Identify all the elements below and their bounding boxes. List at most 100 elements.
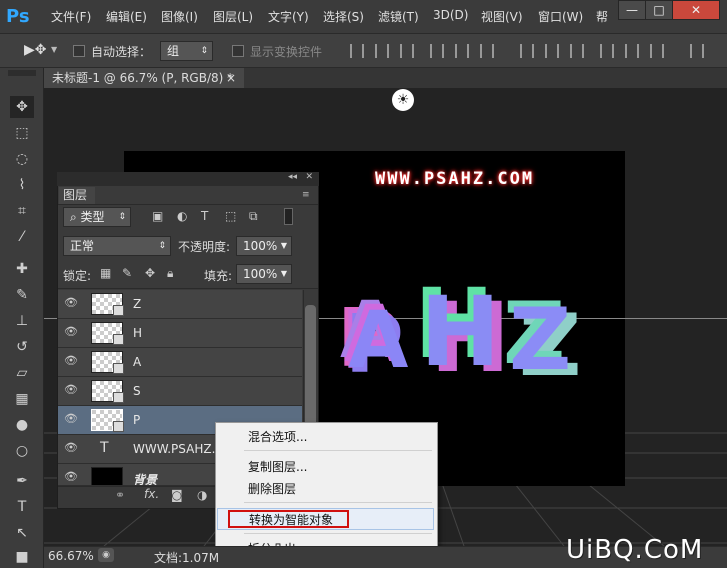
- align-left-icon[interactable]: [430, 44, 444, 58]
- 3d-light-icon[interactable]: ☀: [392, 89, 414, 111]
- document-tab[interactable]: 未标题-1 @ 66.7% (P, RGB/8) * ×: [44, 68, 244, 88]
- eyedropper-tool-icon[interactable]: ⁄: [10, 226, 34, 248]
- menu-edit[interactable]: 编辑(E): [106, 8, 147, 25]
- filter-type-dropdown[interactable]: ⌕ 类型 ⇕: [63, 207, 131, 227]
- visibility-eye-icon[interactable]: 👁︎: [64, 413, 78, 424]
- panel-title-strip[interactable]: ◂◂ ✕: [57, 172, 319, 186]
- adjustment-icon[interactable]: ◑: [197, 488, 207, 502]
- fx-icon[interactable]: fx.: [144, 487, 159, 501]
- dodge-tool-icon[interactable]: ○: [10, 440, 34, 462]
- layer-row-z[interactable]: 👁︎ Z: [58, 290, 302, 319]
- menu-help[interactable]: 帮: [596, 8, 608, 25]
- chevron-down-icon[interactable]: ▼: [281, 265, 287, 283]
- clone-stamp-tool-icon[interactable]: ⊥: [10, 310, 34, 332]
- show-transform-checkbox[interactable]: [232, 45, 244, 57]
- status-info-icon[interactable]: ◉: [98, 548, 114, 562]
- minimize-button[interactable]: —: [618, 0, 646, 20]
- type-tool-icon[interactable]: T: [10, 496, 34, 518]
- gradient-tool-icon[interactable]: ▦: [10, 388, 34, 410]
- filter-adjustment-icon[interactable]: ◐: [177, 209, 187, 223]
- text-layer-icon: T: [100, 440, 109, 456]
- menu-file[interactable]: 文件(F): [51, 8, 91, 25]
- distribute-top-icon[interactable]: [520, 44, 534, 58]
- auto-select-checkbox[interactable]: [73, 45, 85, 57]
- menu-item-delete-layer[interactable]: 删除图层: [248, 480, 296, 497]
- history-brush-tool-icon[interactable]: ↺: [10, 336, 34, 358]
- layer-row-s[interactable]: 👁︎ S: [58, 377, 302, 406]
- filter-smart-object-icon[interactable]: ⧉: [249, 209, 258, 224]
- menu-layer[interactable]: 图层(L): [213, 8, 253, 25]
- distribute-right-icon[interactable]: [650, 44, 664, 58]
- filter-shape-icon[interactable]: ⬚: [225, 209, 236, 223]
- brush-tool-icon[interactable]: ✎: [10, 284, 34, 306]
- align-hcenter-icon[interactable]: [455, 44, 469, 58]
- visibility-eye-icon[interactable]: 👁︎: [64, 355, 78, 366]
- menu-image[interactable]: 图像(I): [161, 8, 198, 25]
- marquee-tool-icon[interactable]: ⬚: [10, 122, 34, 144]
- menu-item-duplicate-layer[interactable]: 复制图层...: [248, 458, 307, 475]
- fill-field[interactable]: 100% ▼: [236, 264, 292, 284]
- menu-3d[interactable]: 3D(D): [433, 8, 468, 22]
- link-icon[interactable]: ⚭: [115, 488, 125, 502]
- filter-pixel-icon[interactable]: ▣: [152, 209, 163, 223]
- toolbar-grip[interactable]: [8, 70, 36, 76]
- zoom-level[interactable]: 66.67%: [48, 549, 94, 563]
- quick-select-tool-icon[interactable]: ⌇: [10, 174, 34, 196]
- 3d-letter-h: H: [420, 276, 501, 388]
- panel-menu-icon[interactable]: ≡: [302, 190, 310, 200]
- menu-view[interactable]: 视图(V): [481, 8, 523, 25]
- auto-align-icon[interactable]: [690, 44, 704, 58]
- opacity-field[interactable]: 100% ▼: [236, 236, 292, 256]
- align-right-icon[interactable]: [480, 44, 494, 58]
- visibility-eye-icon[interactable]: 👁︎: [64, 297, 78, 308]
- move-tool-icon[interactable]: ✥: [10, 96, 34, 118]
- crop-tool-icon[interactable]: ⌗: [10, 200, 34, 222]
- healing-brush-tool-icon[interactable]: ✚: [10, 258, 34, 280]
- distribute-hcenter-icon[interactable]: [625, 44, 639, 58]
- visibility-eye-icon[interactable]: 👁︎: [64, 442, 78, 453]
- panel-close-icon[interactable]: ✕: [305, 172, 313, 182]
- rectangle-tool-icon[interactable]: ■: [10, 546, 34, 568]
- lock-all-icon[interactable]: 🔒︎: [167, 266, 173, 281]
- distribute-left-icon[interactable]: [600, 44, 614, 58]
- lock-pixels-icon[interactable]: ✎: [122, 266, 132, 280]
- pen-tool-icon[interactable]: ✒: [10, 470, 34, 492]
- chevron-down-icon[interactable]: ▼: [281, 237, 287, 255]
- distribute-vcenter-icon[interactable]: [545, 44, 559, 58]
- menu-type[interactable]: 文字(Y): [268, 8, 309, 25]
- tab-close-icon[interactable]: ×: [226, 68, 236, 88]
- path-select-tool-icon[interactable]: ↖: [10, 522, 34, 544]
- auto-select-dropdown[interactable]: 组 ⇕: [160, 41, 213, 61]
- align-vcenter-icon[interactable]: [375, 44, 389, 58]
- lock-position-icon[interactable]: ✥: [145, 266, 155, 280]
- filter-type-icon[interactable]: T: [201, 209, 208, 223]
- blur-tool-icon[interactable]: ●: [10, 414, 34, 436]
- align-bottom-icon[interactable]: [400, 44, 414, 58]
- document-info[interactable]: 文档:1.07M: [154, 549, 219, 566]
- collapse-icon[interactable]: ◂◂: [288, 172, 297, 182]
- menu-item-blending-options[interactable]: 混合选项...: [248, 428, 307, 445]
- mask-icon[interactable]: ◙: [171, 488, 183, 502]
- lasso-tool-icon[interactable]: ◌: [10, 148, 34, 170]
- close-button[interactable]: ✕: [672, 0, 720, 20]
- blend-mode-value: 正常: [70, 239, 95, 253]
- visibility-eye-icon[interactable]: 👁︎: [64, 384, 78, 395]
- eraser-tool-icon[interactable]: ▱: [10, 362, 34, 384]
- tab-layers[interactable]: 图层: [59, 187, 95, 204]
- layer-row-a[interactable]: 👁︎ A: [58, 348, 302, 377]
- distribute-bottom-icon[interactable]: [570, 44, 584, 58]
- maximize-button[interactable]: □: [645, 0, 673, 20]
- chevron-down-icon[interactable]: ▼: [51, 45, 57, 54]
- filter-toggle[interactable]: [284, 208, 293, 225]
- menu-select[interactable]: 选择(S): [323, 8, 364, 25]
- menu-window[interactable]: 窗口(W): [538, 8, 583, 25]
- blend-mode-dropdown[interactable]: 正常 ⇕: [63, 236, 171, 256]
- layers-scroll-thumb[interactable]: [305, 305, 316, 435]
- visibility-eye-icon[interactable]: 👁︎: [64, 326, 78, 337]
- lock-transparent-icon[interactable]: ▦: [100, 266, 111, 280]
- layer-row-h[interactable]: 👁︎ H: [58, 319, 302, 348]
- align-top-icon[interactable]: [350, 44, 364, 58]
- menu-filter[interactable]: 滤镜(T): [378, 8, 419, 25]
- visibility-eye-icon[interactable]: 👁︎: [64, 471, 78, 482]
- move-tool-preset-icon[interactable]: ▶✥: [24, 42, 47, 58]
